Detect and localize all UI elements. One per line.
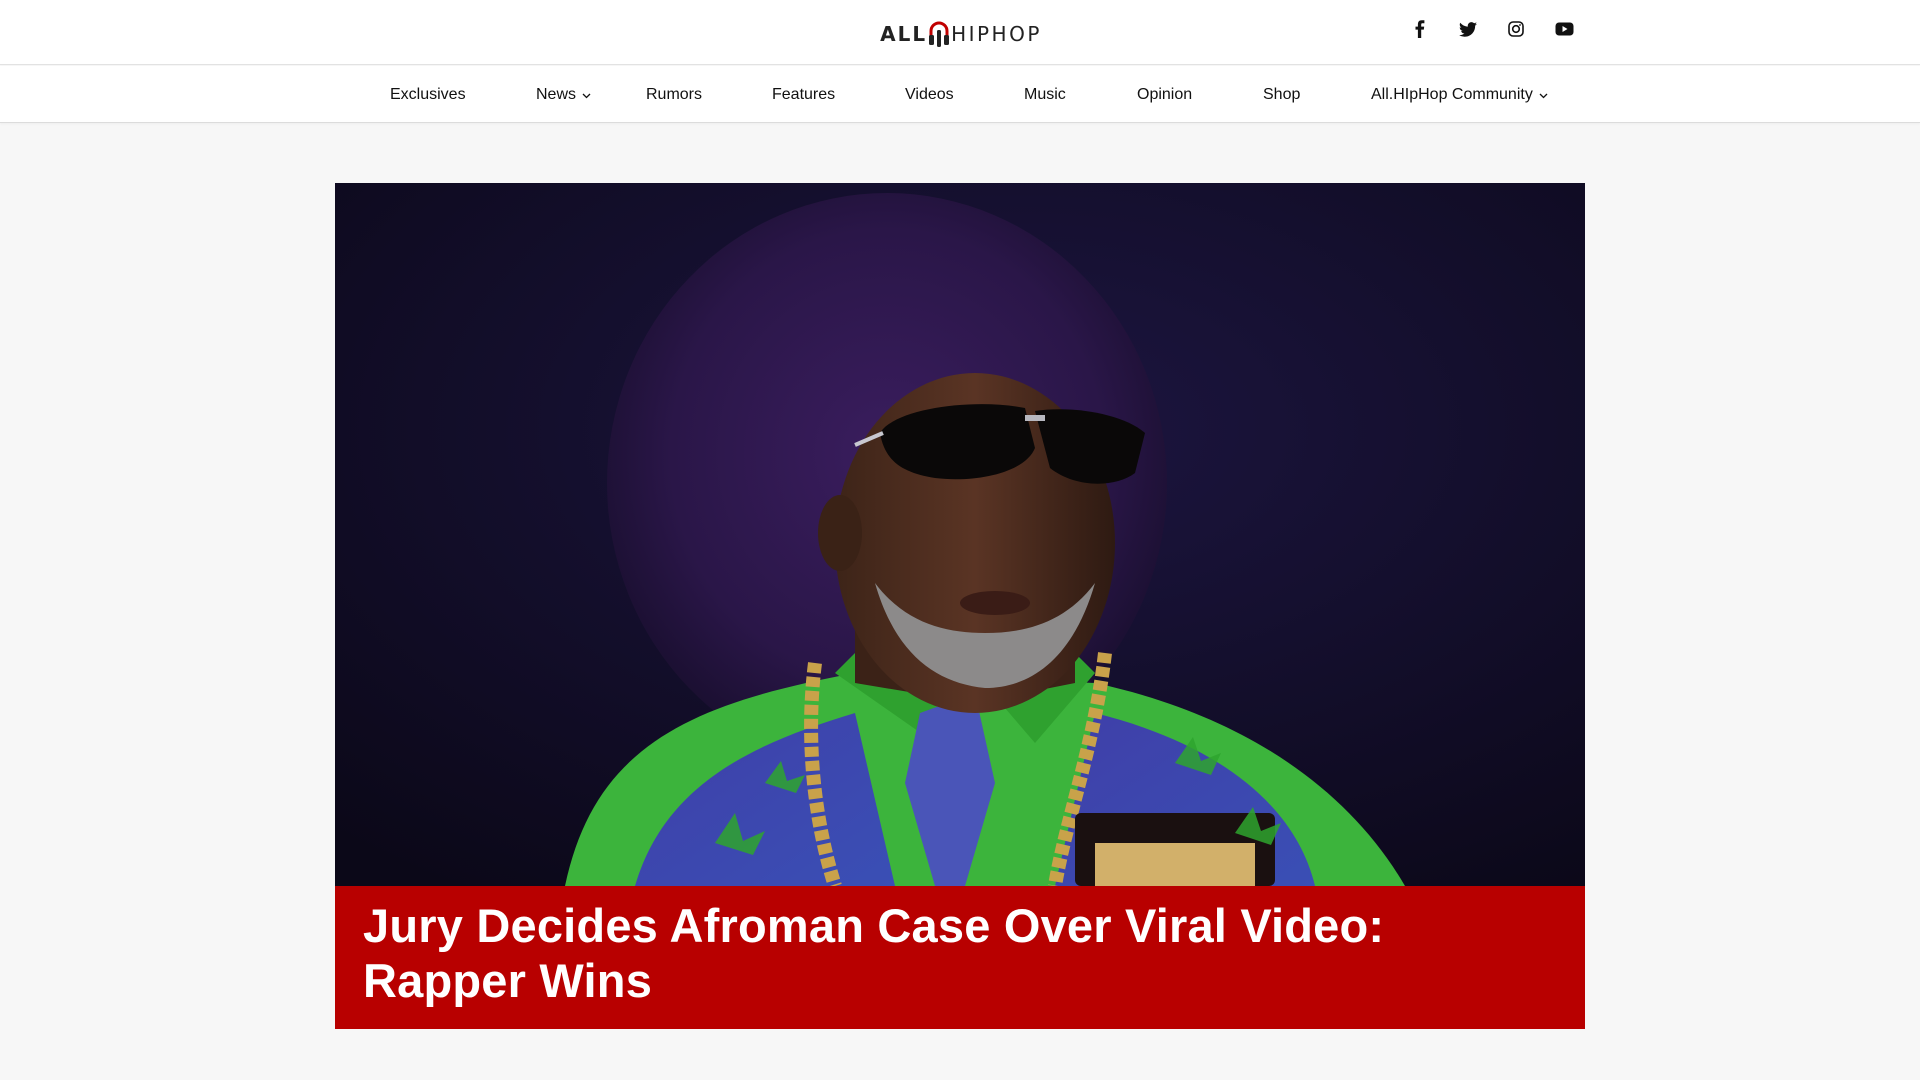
headphones-icon — [929, 21, 950, 47]
nav-item-label: Opinion — [1137, 85, 1193, 103]
featured-article-card[interactable]: Jury Decides Afroman Case Over Viral Vid… — [335, 183, 1585, 1029]
nav-item-features[interactable]: Features — [772, 66, 835, 123]
nav-item-rumors[interactable]: Rumors — [646, 66, 702, 123]
nav-item-label: Videos — [905, 85, 954, 103]
nav-item-label: All.HIpHop Community — [1371, 85, 1533, 103]
site-logo[interactable]: ALL HIPHOP — [872, 18, 1050, 50]
nav-item-shop[interactable]: Shop — [1263, 66, 1300, 123]
nav-item-videos[interactable]: Videos — [905, 66, 954, 123]
facebook-icon[interactable] — [1409, 18, 1431, 40]
instagram-icon[interactable] — [1505, 18, 1527, 40]
main-navigation: Exclusives News Rumors Features Videos M… — [0, 66, 1920, 123]
featured-article-caption: Jury Decides Afroman Case Over Viral Vid… — [335, 886, 1585, 1029]
site-header: ALL HIPHOP — [0, 0, 1920, 65]
nav-item-label: Music — [1024, 85, 1066, 103]
featured-article-title[interactable]: Jury Decides Afroman Case Over Viral Vid… — [363, 898, 1557, 1008]
nav-item-label: Shop — [1263, 85, 1301, 103]
featured-article-image — [335, 183, 1585, 886]
chevron-down-icon — [582, 93, 591, 99]
nav-item-label: Features — [772, 85, 836, 103]
logo-text-hiphop: HIPHOP — [951, 22, 1042, 46]
nav-item-community[interactable]: All.HIpHop Community — [1371, 66, 1548, 123]
nav-item-label: News — [536, 85, 577, 103]
logo-text-all: ALL — [880, 22, 928, 46]
twitter-icon[interactable] — [1457, 18, 1479, 40]
nav-item-music[interactable]: Music — [1024, 66, 1066, 123]
nav-item-label: Rumors — [646, 85, 703, 103]
chevron-down-icon — [1539, 93, 1548, 99]
nav-item-exclusives[interactable]: Exclusives — [390, 66, 466, 123]
nav-item-opinion[interactable]: Opinion — [1137, 66, 1192, 123]
nav-item-label: Exclusives — [390, 85, 466, 103]
nav-item-news[interactable]: News — [536, 66, 591, 123]
youtube-icon[interactable] — [1553, 18, 1575, 40]
social-links — [1409, 18, 1575, 40]
